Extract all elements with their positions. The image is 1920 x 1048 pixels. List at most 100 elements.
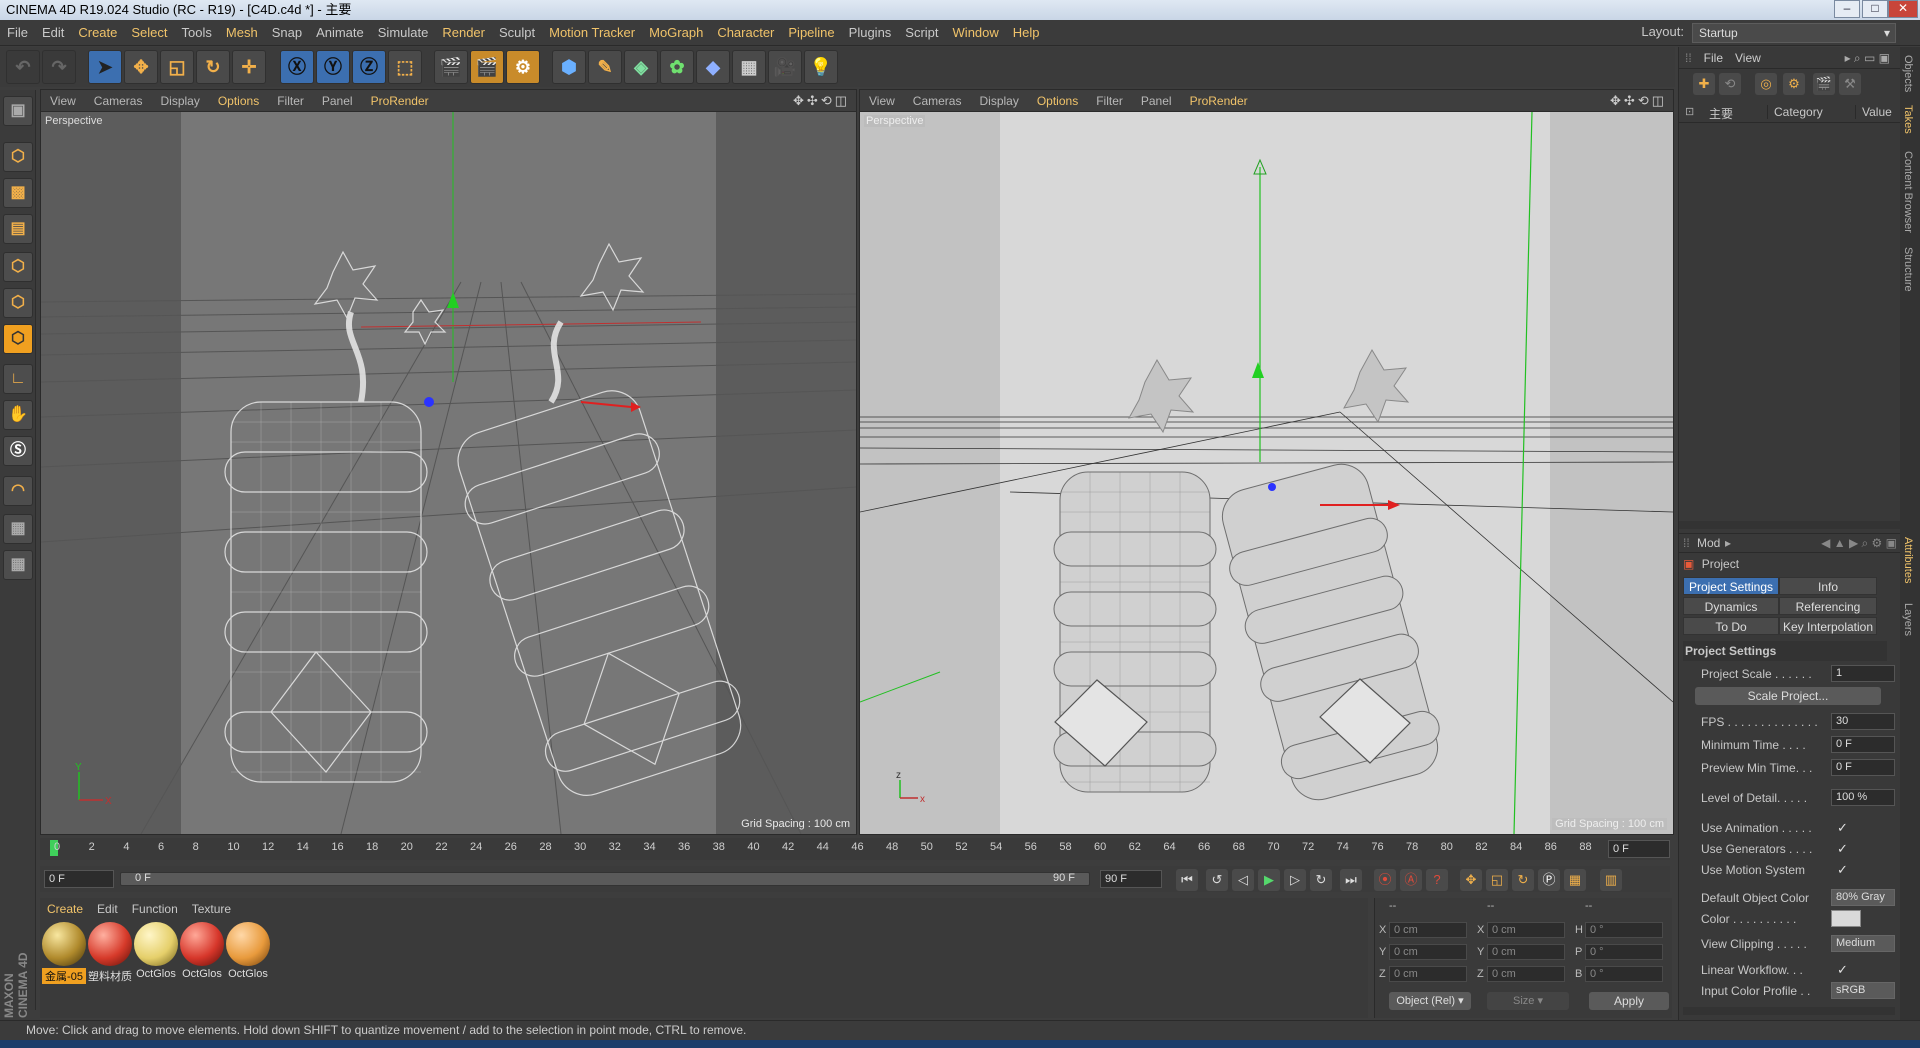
position-y-field[interactable]: 0 cm	[1389, 944, 1467, 960]
floor-icon[interactable]: ▦	[732, 50, 766, 84]
side-tab-layers[interactable]: Layers	[1902, 603, 1914, 636]
size-z-field[interactable]: 0 cm	[1487, 966, 1565, 982]
start-frame-field[interactable]: 0 F	[44, 870, 114, 888]
next-frame-icon[interactable]: ▷	[1284, 869, 1306, 891]
menu-window[interactable]: Window	[946, 20, 1006, 46]
menu-simulate[interactable]: Simulate	[371, 20, 436, 46]
material-swatch[interactable]: 金属-05	[42, 922, 86, 984]
light-icon[interactable]: 💡	[804, 50, 838, 84]
menu-plugins[interactable]: Plugins	[842, 20, 899, 46]
move-tool-icon[interactable]: ✥	[124, 50, 158, 84]
coordinate-system-icon[interactable]: ⬚	[388, 50, 422, 84]
texture-mode-icon[interactable]: ▩	[3, 178, 33, 208]
vp-left-display[interactable]: Display	[151, 90, 208, 112]
undo-icon[interactable]: ↶	[6, 50, 40, 84]
make-editable-icon[interactable]: ▣	[3, 96, 33, 126]
keyframe-selection-icon[interactable]: ?	[1426, 869, 1448, 891]
goto-end-icon[interactable]: ⏭	[1340, 869, 1362, 891]
x-axis-icon[interactable]: Ⓧ	[280, 50, 314, 84]
deformer-icon[interactable]: ◆	[696, 50, 730, 84]
vp-right-display[interactable]: Display	[970, 90, 1027, 112]
workplane-icon[interactable]: ▤	[3, 214, 33, 244]
use-generators-checkbox[interactable]: ✓	[1837, 841, 1853, 857]
key-scale-icon[interactable]: ◱	[1486, 869, 1508, 891]
polygons-mode-icon[interactable]: ⬡	[3, 324, 33, 354]
cloner-icon[interactable]: ✿	[660, 50, 694, 84]
vp-left-filter[interactable]: Filter	[268, 90, 313, 112]
tab-dynamics[interactable]: Dynamics	[1683, 597, 1779, 615]
render-view-icon[interactable]: 🎬	[434, 50, 468, 84]
om-menu-file[interactable]: File	[1698, 47, 1729, 69]
side-tab-content-browser[interactable]: Content Browser	[1902, 151, 1914, 233]
tab-to-do[interactable]: To Do	[1683, 617, 1779, 635]
vp-right-panel[interactable]: Panel	[1132, 90, 1181, 112]
menu-help[interactable]: Help	[1006, 20, 1047, 46]
points-mode-icon[interactable]: ⬡	[3, 252, 33, 282]
menu-tools[interactable]: Tools	[175, 20, 219, 46]
vp-left-cameras[interactable]: Cameras	[85, 90, 152, 112]
rotate-tool-icon[interactable]: ↻	[196, 50, 230, 84]
vp-left-panel[interactable]: Panel	[313, 90, 362, 112]
vp-right-prorender[interactable]: ProRender	[1181, 90, 1257, 112]
size-y-field[interactable]: 0 cm	[1487, 944, 1565, 960]
coordinate-mode-dropdown[interactable]: Object (Rel) ▾	[1389, 992, 1471, 1010]
timeline-window-icon[interactable]: ▥	[1600, 869, 1622, 891]
viewport-left[interactable]: View Cameras Display Options Filter Panel ProR…	[40, 89, 857, 835]
layout-dropdown[interactable]: Startup ▾	[1692, 23, 1896, 43]
position-z-field[interactable]: 0 cm	[1389, 966, 1467, 982]
preview-min-time-field[interactable]: 0 F	[1831, 759, 1895, 776]
attr-nav-icons[interactable]: ◀ ▲ ▶ ⌕ ⚙ ▣	[1821, 536, 1897, 551]
menu-create[interactable]: Create	[71, 20, 124, 46]
tab-referencing[interactable]: Referencing	[1779, 597, 1877, 615]
tab-project-settings[interactable]: Project Settings	[1683, 577, 1779, 595]
menu-pipeline[interactable]: Pipeline	[781, 20, 841, 46]
override-icon[interactable]: ◎	[1755, 73, 1777, 95]
menu-script[interactable]: Script	[898, 20, 945, 46]
key-position-icon[interactable]: ✥	[1460, 869, 1482, 891]
viewport-right[interactable]: View Cameras Display Options Filter Panel ProR…	[859, 89, 1674, 835]
take-clone-icon[interactable]: ⟲	[1719, 73, 1741, 95]
attr-scrollbar[interactable]	[1683, 1007, 1895, 1015]
autokey-icon[interactable]: Ⓐ	[1400, 869, 1422, 891]
menu-render[interactable]: Render	[435, 20, 492, 46]
record-icon[interactable]: ⦿	[1374, 869, 1396, 891]
menu-motion-tracker[interactable]: Motion Tracker	[542, 20, 642, 46]
mat-menu-texture[interactable]: Texture	[185, 898, 238, 920]
vp-left-view[interactable]: View	[41, 90, 85, 112]
menu-character[interactable]: Character	[710, 20, 781, 46]
fps-field[interactable]: 30	[1831, 713, 1895, 730]
apply-button[interactable]: Apply	[1589, 992, 1669, 1010]
menu-snap[interactable]: Snap	[265, 20, 309, 46]
subdivision-icon[interactable]: ◈	[624, 50, 658, 84]
solo-icon[interactable]: Ⓢ	[3, 436, 33, 466]
minimize-button[interactable]: –	[1834, 0, 1860, 18]
side-tab-structure[interactable]: Structure	[1902, 247, 1914, 292]
redo-icon[interactable]: ↷	[42, 50, 76, 84]
om-menu-view[interactable]: View	[1729, 47, 1767, 69]
mat-menu-edit[interactable]: Edit	[90, 898, 125, 920]
side-tab-takes[interactable]: Takes	[1902, 105, 1914, 134]
close-button[interactable]: ✕	[1888, 0, 1918, 18]
render-settings-icon[interactable]: ⚙	[506, 50, 540, 84]
render-picture-viewer-icon[interactable]: 🎬	[470, 50, 504, 84]
menu-edit[interactable]: Edit	[35, 20, 71, 46]
minimum-time-field[interactable]: 0 F	[1831, 736, 1895, 753]
goto-start-icon[interactable]: ⏮	[1176, 869, 1198, 891]
menu-file[interactable]: File	[0, 20, 35, 46]
menu-animate[interactable]: Animate	[309, 20, 371, 46]
position-x-field[interactable]: 0 cm	[1389, 922, 1467, 938]
end-frame-field[interactable]: 90 F	[1100, 870, 1162, 888]
default-object-color-dropdown[interactable]: 80% Gray	[1831, 889, 1895, 906]
axis-mode-icon[interactable]: ∟	[3, 364, 33, 394]
vp-right-filter[interactable]: Filter	[1087, 90, 1132, 112]
timeline-ruler[interactable]: 0 2 4 6 8 10 12 14 16 18 20 22 24 26 28 30 32 34 36 38 40 42 4…	[40, 838, 1670, 860]
play-icon[interactable]: ▶	[1258, 869, 1280, 891]
cube-icon[interactable]: ⬢	[552, 50, 586, 84]
level-of-detail-field[interactable]: 100 %	[1831, 789, 1895, 806]
view-clipping-dropdown[interactable]: Medium	[1831, 935, 1895, 952]
prev-key-icon[interactable]: ↺	[1206, 869, 1228, 891]
rotation-h-field[interactable]: 0 °	[1585, 922, 1663, 938]
prev-frame-icon[interactable]: ◁	[1232, 869, 1254, 891]
key-pla-icon[interactable]: ▦	[1564, 869, 1586, 891]
material-swatch[interactable]: OctGlos	[134, 922, 178, 980]
